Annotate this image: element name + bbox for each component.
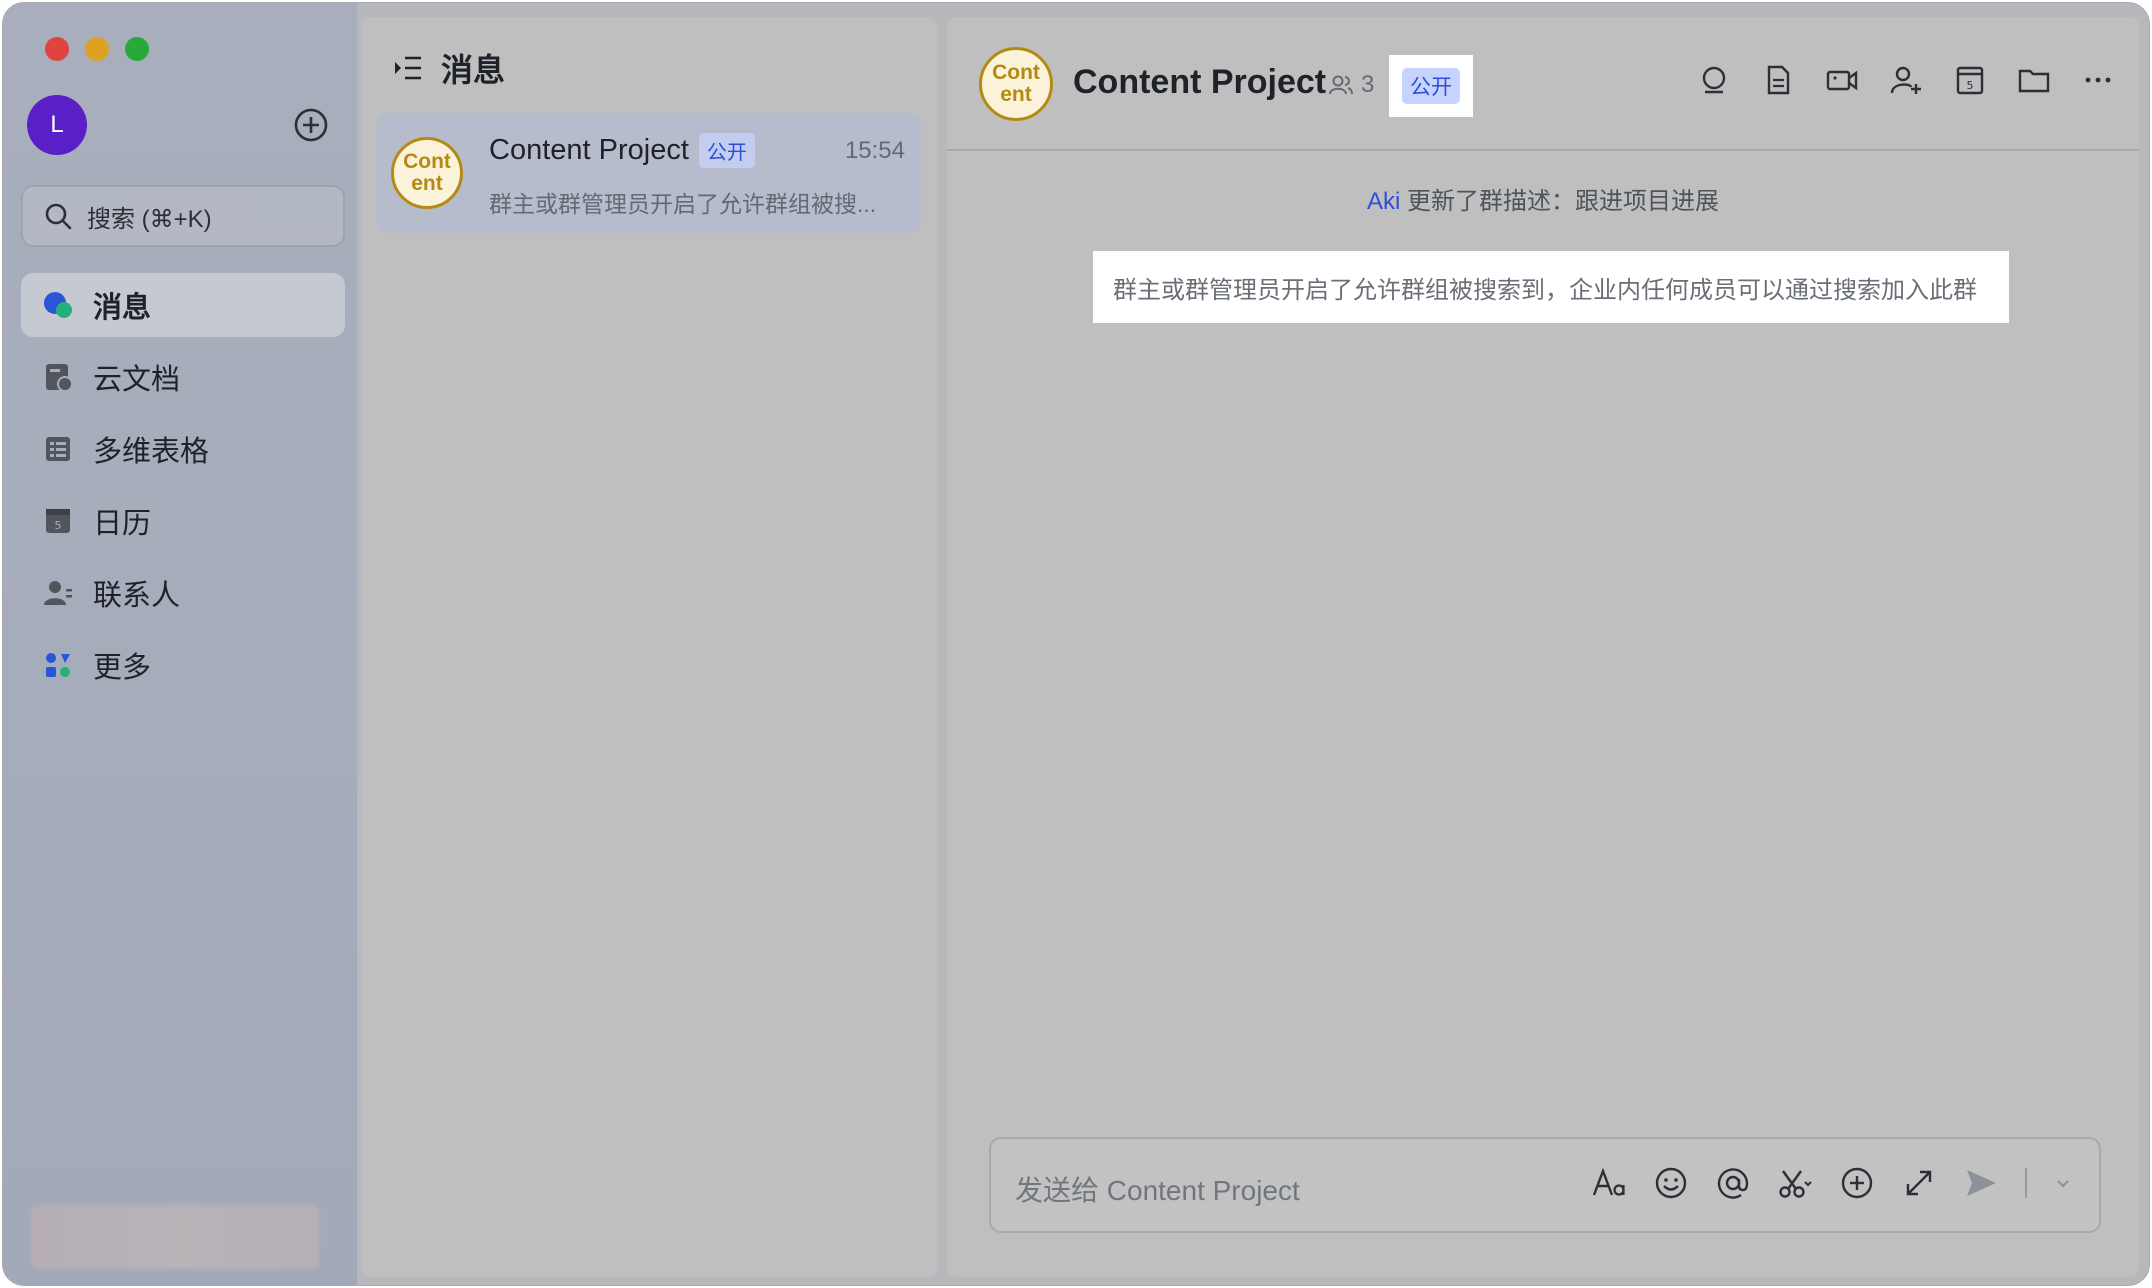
message-input[interactable]: 发送给 Content Project [1015,1169,1300,1209]
close-window-button[interactable] [45,37,69,61]
search-icon [45,203,72,230]
user-avatar[interactable]: L [27,95,87,155]
contacts-icon [44,581,72,605]
document-icon[interactable] [1761,63,1795,97]
conversation-list-panel: 消息 Cont ent Content Project 公开 15:54 群主或… [361,17,937,1277]
system-message: Aki 更新了群描述：跟进项目进展 [947,181,2139,216]
sidebar-item-label: 云文档 [93,364,181,396]
group-avatar[interactable]: Cont ent [979,47,1053,121]
group-notice: 群主或群管理员开启了允许群组被搜索到，企业内任何成员可以通过搜索加入此群 [1093,251,2009,323]
conversation-preview: 群主或群管理员开启了允许群组被搜... [489,191,877,217]
system-message-actor[interactable]: Aki [1367,188,1400,215]
member-count[interactable]: 3 [1327,71,1374,99]
avatar-text-line2: ent [1000,83,1032,106]
conversation-title: Content Project [489,134,689,166]
avatar-text-line1: Cont [403,150,451,173]
composer-toolbar [1591,1165,2073,1201]
app-window: L 搜索 (⌘+K) 消息 云文档 多维表格 5 日历 联系人 更多 消息 Co… [2,2,2150,1286]
members-icon [1329,75,1353,95]
conversation-time: 15:54 [844,137,905,164]
zoom-window-button[interactable] [125,37,149,61]
public-tag-highlight: 公开 [1389,55,1473,117]
chat-title[interactable]: Content Project [1073,63,1326,102]
sidebar-item-label: 消息 [93,292,152,324]
emoji-icon[interactable] [1653,1165,1689,1201]
avatar-text-line2: ent [411,172,443,195]
system-message-text: 更新了群描述：跟进项目进展 [1400,188,1719,215]
sidebar-item-docs[interactable]: 云文档 [21,345,345,409]
collapse-menu-icon[interactable] [391,51,425,85]
chat-panel: Cont ent Content Project 3 公开 5 Aki 更新了群… [947,17,2139,1277]
folder-icon[interactable] [2017,63,2051,97]
apps-icon [46,653,70,677]
conversation-title-row: Content Project 公开 [489,133,755,168]
message-composer[interactable]: 发送给 Content Project [989,1137,2101,1233]
chevron-down-icon[interactable] [2053,1173,2073,1193]
avatar-text-line1: Cont [992,61,1040,84]
chat-header: Cont ent Content Project 3 公开 5 [947,17,2139,151]
list-header: 消息 [391,45,505,91]
search-input[interactable]: 搜索 (⌘+K) [21,185,345,247]
add-member-icon[interactable] [1889,63,1923,97]
minimize-window-button[interactable] [85,37,109,61]
public-tag: 公开 [698,133,755,168]
chat-search-icon[interactable] [1697,63,1731,97]
screenshot-scissors-icon[interactable] [1777,1165,1813,1201]
sidebar-item-calendar[interactable]: 5 日历 [21,489,345,553]
sidebar-item-label: 多维表格 [93,436,210,468]
sidebar: L 搜索 (⌘+K) 消息 云文档 多维表格 5 日历 联系人 更多 [3,3,357,1285]
text-format-icon[interactable] [1591,1165,1627,1201]
svg-text:5: 5 [55,519,62,532]
sidebar-item-messages[interactable]: 消息 [21,273,345,337]
svg-text:5: 5 [1967,79,1974,92]
sidebar-item-label: 日历 [93,508,152,540]
sidebar-nav: 消息 云文档 多维表格 5 日历 联系人 更多 [21,273,345,705]
group-avatar: Cont ent [391,137,463,209]
add-circle-icon[interactable] [293,107,329,143]
search-placeholder: 搜索 (⌘+K) [87,205,212,233]
sidebar-item-base[interactable]: 多维表格 [21,417,345,481]
composer-divider [2025,1168,2027,1198]
mention-icon[interactable] [1715,1165,1751,1201]
member-count-value: 3 [1361,71,1375,98]
header-toolbar: 5 [1697,63,2115,97]
more-icon[interactable] [2081,63,2115,97]
public-tag: 公开 [1402,68,1460,104]
video-call-icon[interactable] [1825,63,1859,97]
calendar-icon[interactable]: 5 [1953,63,1987,97]
sidebar-item-more[interactable]: 更多 [21,633,345,697]
conversation-item[interactable]: Cont ent Content Project 公开 15:54 群主或群管理… [377,113,921,233]
user-avatar-letter: L [50,111,64,138]
sidebar-item-label: 更多 [93,652,152,684]
blurred-footer [31,1205,319,1269]
add-attachment-icon[interactable] [1839,1165,1875,1201]
base-table-icon [46,437,70,461]
sidebar-item-label: 联系人 [93,580,181,612]
sidebar-item-contacts[interactable]: 联系人 [21,561,345,625]
send-icon[interactable] [1963,1165,1999,1201]
chat-bubbles-icon [44,292,72,318]
list-header-title: 消息 [441,52,506,88]
expand-icon[interactable] [1901,1165,1937,1201]
calendar-icon: 5 [46,509,70,533]
cloud-doc-icon [46,364,73,392]
